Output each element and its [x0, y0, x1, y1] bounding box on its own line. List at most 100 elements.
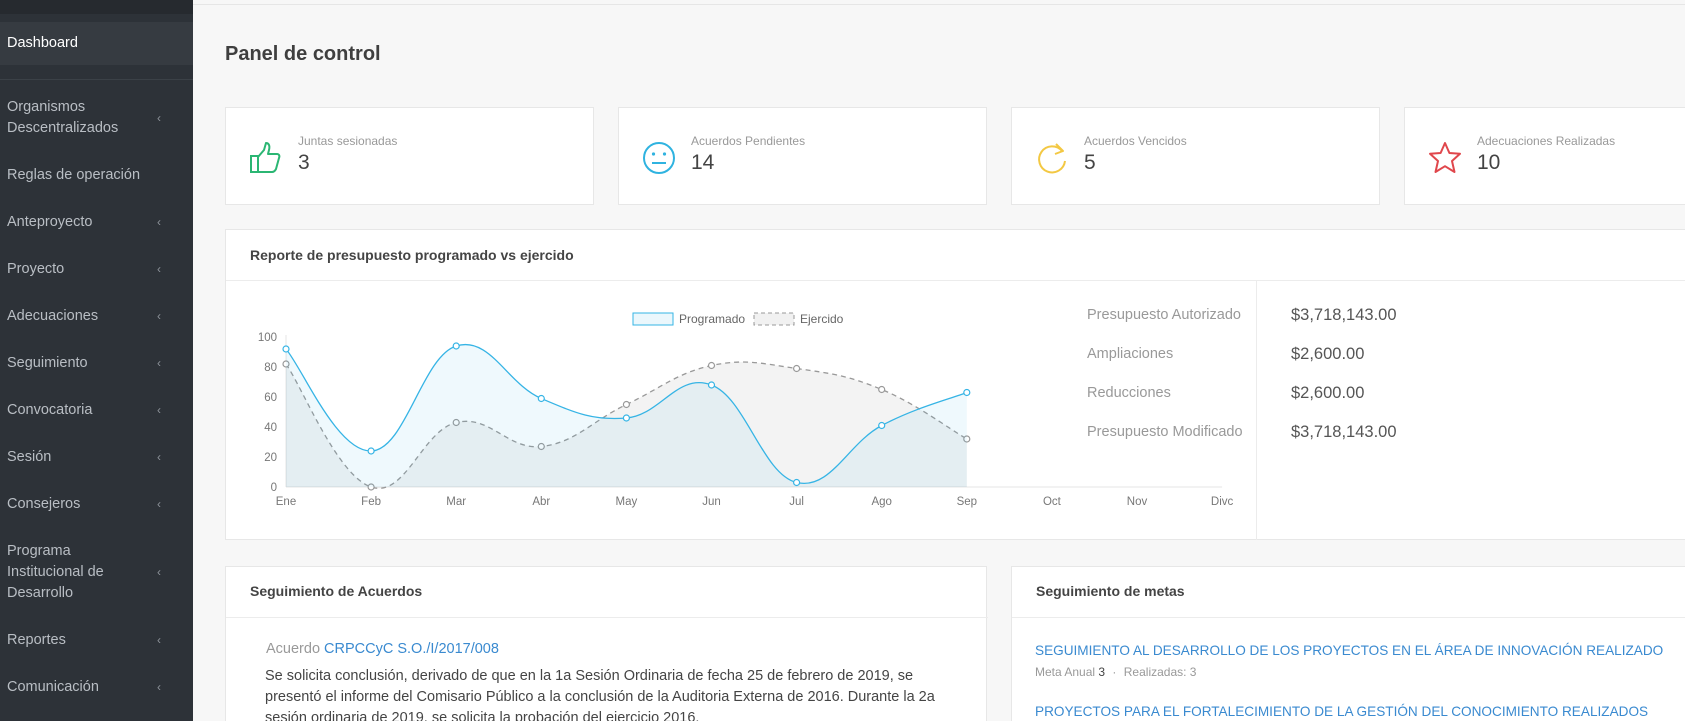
meta-item-stats: Meta Anual 3 · Realizadas: 3	[1035, 665, 1196, 679]
top-border	[193, 4, 1685, 5]
budget-value: $3,718,143.00	[1291, 423, 1397, 441]
y-tick-label: 100	[258, 332, 277, 344]
sidebar-item-anteproyecto[interactable]: Anteproyecto ‹	[0, 211, 193, 233]
report-title: Reporte de presupuesto programado vs eje…	[250, 247, 574, 263]
chevron-left-icon: ‹	[157, 262, 161, 276]
stat-label: Adecuaciones Realizadas	[1477, 134, 1616, 148]
x-tick-label: Ago	[871, 496, 891, 508]
thumbs-up-icon	[250, 142, 281, 173]
data-point	[622, 400, 630, 409]
y-tick-label: 0	[271, 482, 277, 494]
sidebar: Dashboard Organismos Descentralizados ‹ …	[0, 0, 193, 721]
budget-chart: 0 20 40 60 80 100 Ene Feb Mar Abr May Jun Jul Ago Sep O…	[258, 312, 1234, 508]
sidebar-item-reportes[interactable]: Reportes ‹	[0, 629, 193, 651]
sidebar-item-label: Convocatoria	[7, 401, 93, 418]
chevron-left-icon: ‹	[157, 356, 161, 370]
sidebar-item-label: Programa Institucional de Desarrollo	[7, 542, 104, 601]
stat-card-vencidos: Acuerdos Vencidos 5	[1011, 107, 1380, 205]
sidebar-top-strip	[0, 0, 193, 14]
acuerdos-title: Seguimiento de Acuerdos	[250, 583, 423, 599]
y-tick-label: 40	[264, 422, 277, 434]
legend-swatch	[632, 312, 674, 326]
stat-value: 3	[298, 151, 310, 174]
x-tick-label: Oct	[1043, 496, 1062, 508]
acuerdo-code-link[interactable]: CRPCCyC S.O./I/2017/008	[324, 641, 499, 657]
x-tick-label: May	[616, 496, 638, 508]
x-tick-label: Mar	[446, 496, 466, 508]
sidebar-item-organismos[interactable]: Organismos Descentralizados ‹	[0, 96, 193, 140]
page-title: Panel de control	[225, 43, 381, 65]
chevron-left-icon: ‹	[157, 633, 161, 647]
sidebar-item-label: Adecuaciones	[7, 307, 99, 324]
data-point	[367, 447, 375, 455]
data-point	[707, 381, 716, 389]
x-tick-label: Ene	[276, 496, 296, 508]
x-tick-label: Abr	[532, 496, 550, 508]
meta-separator: ·	[1112, 665, 1117, 679]
data-point	[707, 361, 716, 370]
meta-item-link[interactable]: SEGUIMIENTO AL DESARROLLO DE LOS PROYECT…	[1035, 643, 1663, 658]
chevron-left-icon: ‹	[157, 680, 161, 694]
sidebar-item-label: Organismos Descentralizados	[7, 99, 119, 136]
sidebar-item-label: Proyecto	[7, 260, 65, 277]
budget-value: $2,600.00	[1291, 345, 1365, 363]
chevron-left-icon: ‹	[157, 565, 161, 579]
meta-item-link[interactable]: PROYECTOS PARA EL FORTALECIMIENTO DE LA …	[1035, 704, 1648, 719]
panel-divider	[1012, 617, 1685, 618]
sidebar-item-label: Seguimiento	[7, 354, 88, 371]
sidebar-item-programa[interactable]: Programa Institucional de Desarrollo ‹	[0, 540, 193, 604]
x-tick-label: Nov	[1127, 496, 1148, 508]
data-point	[878, 385, 886, 394]
stat-card-pendientes: Acuerdos Pendientes 14	[618, 107, 987, 205]
legend-label: Ejercido	[800, 312, 844, 326]
sidebar-item-adecuaciones[interactable]: Adecuaciones ‹	[0, 305, 193, 327]
meta-anual-label: Meta Anual	[1035, 665, 1096, 679]
budget-value: $2,600.00	[1291, 384, 1365, 402]
sidebar-item-proyecto[interactable]: Proyecto ‹	[0, 258, 193, 280]
sidebar-item-comunicacion[interactable]: Comunicación ‹	[0, 676, 193, 698]
x-tick-label: Divc	[1211, 496, 1234, 508]
sidebar-item-label: Dashboard	[7, 35, 78, 51]
data-point	[537, 394, 545, 403]
data-point	[452, 342, 460, 350]
legend-label: Programado	[679, 312, 745, 326]
refresh-icon	[1038, 143, 1066, 174]
acuerdo-text: Se solicita conclusión, derivado de que …	[265, 668, 935, 721]
sidebar-item-sesion[interactable]: Sesión ‹	[0, 446, 193, 468]
sidebar-item-convocatoria[interactable]: Convocatoria ‹	[0, 399, 193, 421]
sidebar-item-label: Consejeros	[7, 495, 81, 512]
chevron-left-icon: ‹	[157, 450, 161, 464]
stat-value: 5	[1084, 151, 1096, 174]
sidebar-item-label: Sesión	[7, 448, 52, 465]
stat-value: 10	[1477, 151, 1501, 174]
meta-anual-value: 3	[1098, 665, 1106, 679]
y-tick-label: 80	[264, 362, 277, 374]
budget-value: $3,718,143.00	[1291, 306, 1397, 324]
sidebar-item-dashboard[interactable]: Dashboard	[0, 22, 193, 65]
stat-label: Acuerdos Pendientes	[691, 134, 806, 148]
sidebar-item-label: Comunicación	[7, 678, 99, 695]
chevron-left-icon: ‹	[157, 403, 161, 417]
data-point	[878, 421, 886, 430]
data-point	[622, 414, 630, 422]
stat-value: 14	[691, 151, 715, 174]
data-point	[282, 345, 290, 353]
acuerdo-heading: Acuerdo CRPCCyC S.O./I/2017/008	[266, 641, 499, 657]
sidebar-item-label: Anteproyecto	[7, 213, 93, 230]
stat-card-adecuaciones: Adecuaciones Realizadas 10	[1404, 107, 1685, 205]
sidebar-item-consejeros[interactable]: Consejeros ‹	[0, 493, 193, 515]
chevron-left-icon: ‹	[157, 497, 161, 511]
neutral-face-icon	[643, 142, 675, 174]
sidebar-item-label: Reglas de operación	[7, 166, 141, 183]
stat-label: Acuerdos Vencidos	[1084, 134, 1187, 148]
panel-divider	[226, 280, 1685, 281]
meta-realizadas: Realizadas: 3	[1123, 665, 1197, 679]
sidebar-item-seguimiento[interactable]: Seguimiento ‹	[0, 352, 193, 374]
sidebar-item-label: Reportes	[7, 631, 66, 648]
chevron-left-icon: ‹	[157, 309, 161, 323]
sidebar-item-reglas[interactable]: Reglas de operación	[0, 164, 193, 186]
x-tick-label: Jul	[789, 496, 804, 508]
data-point	[792, 364, 801, 373]
chevron-left-icon: ‹	[157, 111, 161, 125]
legend-swatch	[753, 312, 795, 326]
